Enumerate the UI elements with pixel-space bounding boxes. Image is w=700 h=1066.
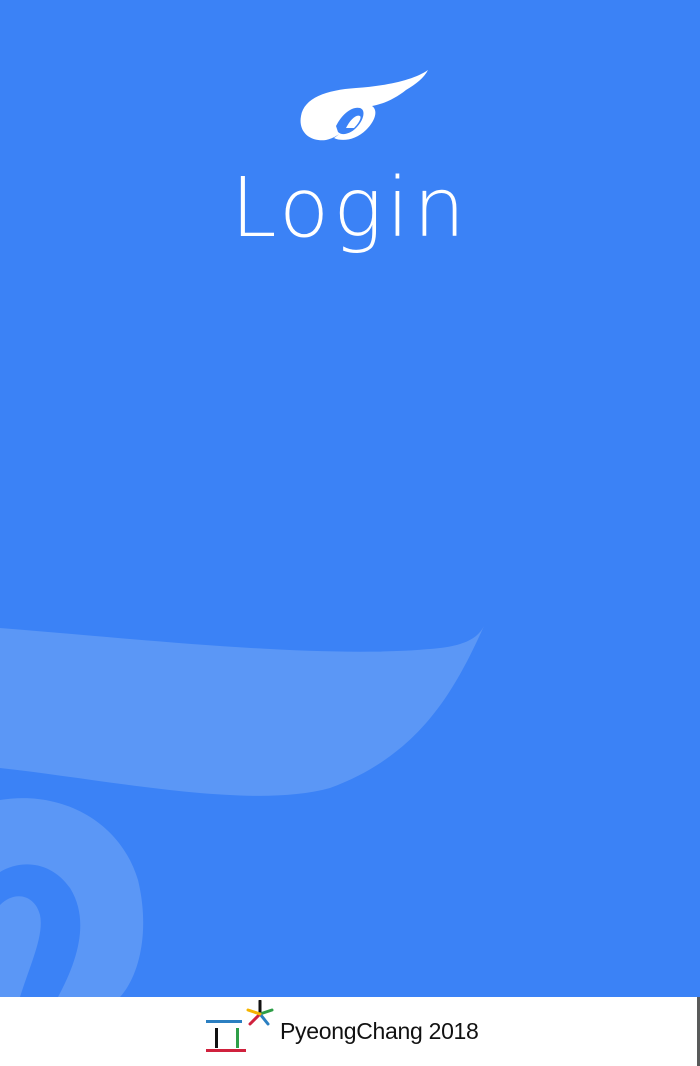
- footer-brand-text: PyeongChang 2018: [280, 1018, 479, 1044]
- page-title: Login: [230, 161, 470, 256]
- login-screen: Login PyeongChang 2018: [0, 0, 700, 1066]
- hero-background: Login: [0, 0, 700, 997]
- swirl-logo-icon: [300, 70, 428, 141]
- background-swoosh-graphic: [0, 626, 484, 997]
- pyeongchang-emblem-icon: [206, 1000, 274, 1052]
